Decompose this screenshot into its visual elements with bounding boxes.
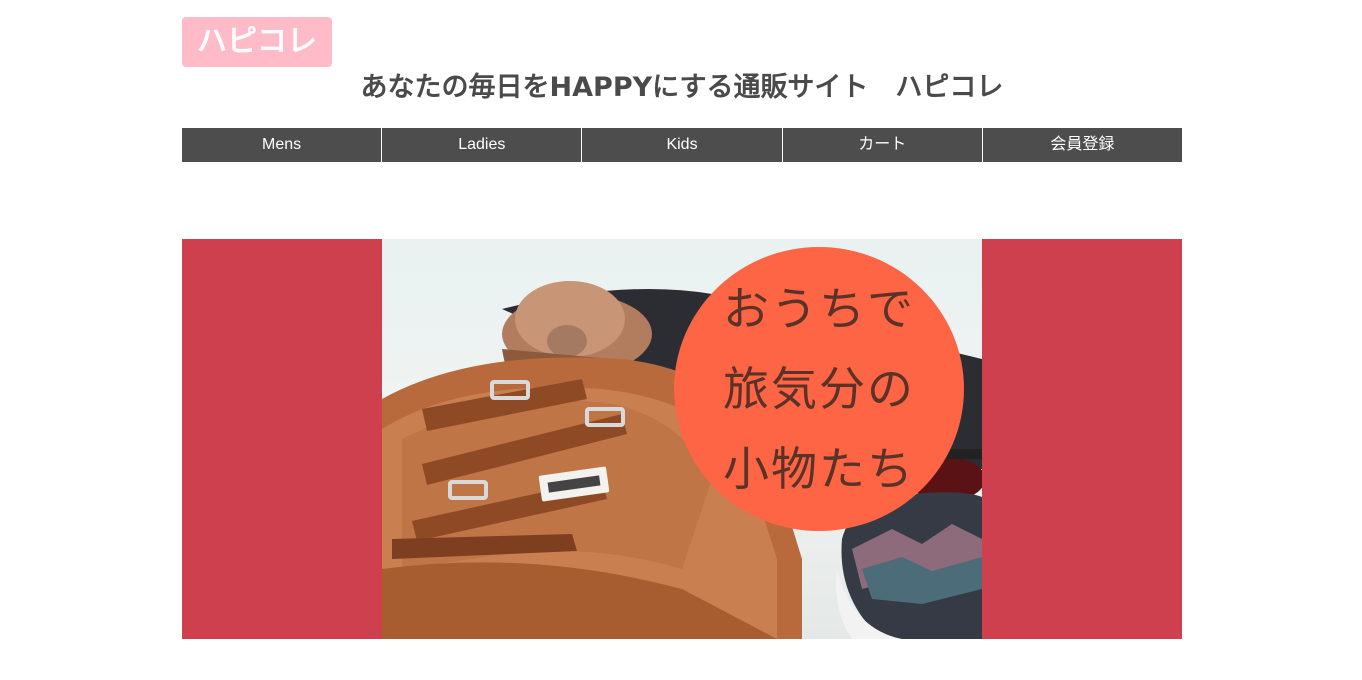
promo-circle: おうちで 旅気分の 小物たち <box>674 247 964 531</box>
promo-line-3: 小物たち <box>723 442 915 496</box>
nav-item-kids[interactable]: Kids <box>581 128 782 162</box>
nav-item-mens[interactable]: Mens <box>182 128 382 162</box>
main-nav: Mens Ladies Kids カート 会員登録 <box>182 128 1183 162</box>
nav-item-ladies[interactable]: Ladies <box>381 128 582 162</box>
page-container: ハピコレ あなたの毎日をHAPPYにする通販サイト ハピコレ Mens Ladi… <box>182 0 1183 680</box>
site-logo[interactable]: ハピコレ <box>182 17 332 67</box>
hero-image: おうちで 旅気分の 小物たち <box>382 239 982 639</box>
hero-banner[interactable]: おうちで 旅気分の 小物たち <box>182 239 1182 639</box>
promo-line-1: おうちで <box>723 282 915 336</box>
page-title: あなたの毎日をHAPPYにする通販サイト ハピコレ <box>360 72 1004 103</box>
nav-item-cart[interactable]: カート <box>781 128 982 162</box>
nav-item-register[interactable]: 会員登録 <box>981 128 1183 162</box>
promo-line-2: 旅気分の <box>723 362 915 416</box>
